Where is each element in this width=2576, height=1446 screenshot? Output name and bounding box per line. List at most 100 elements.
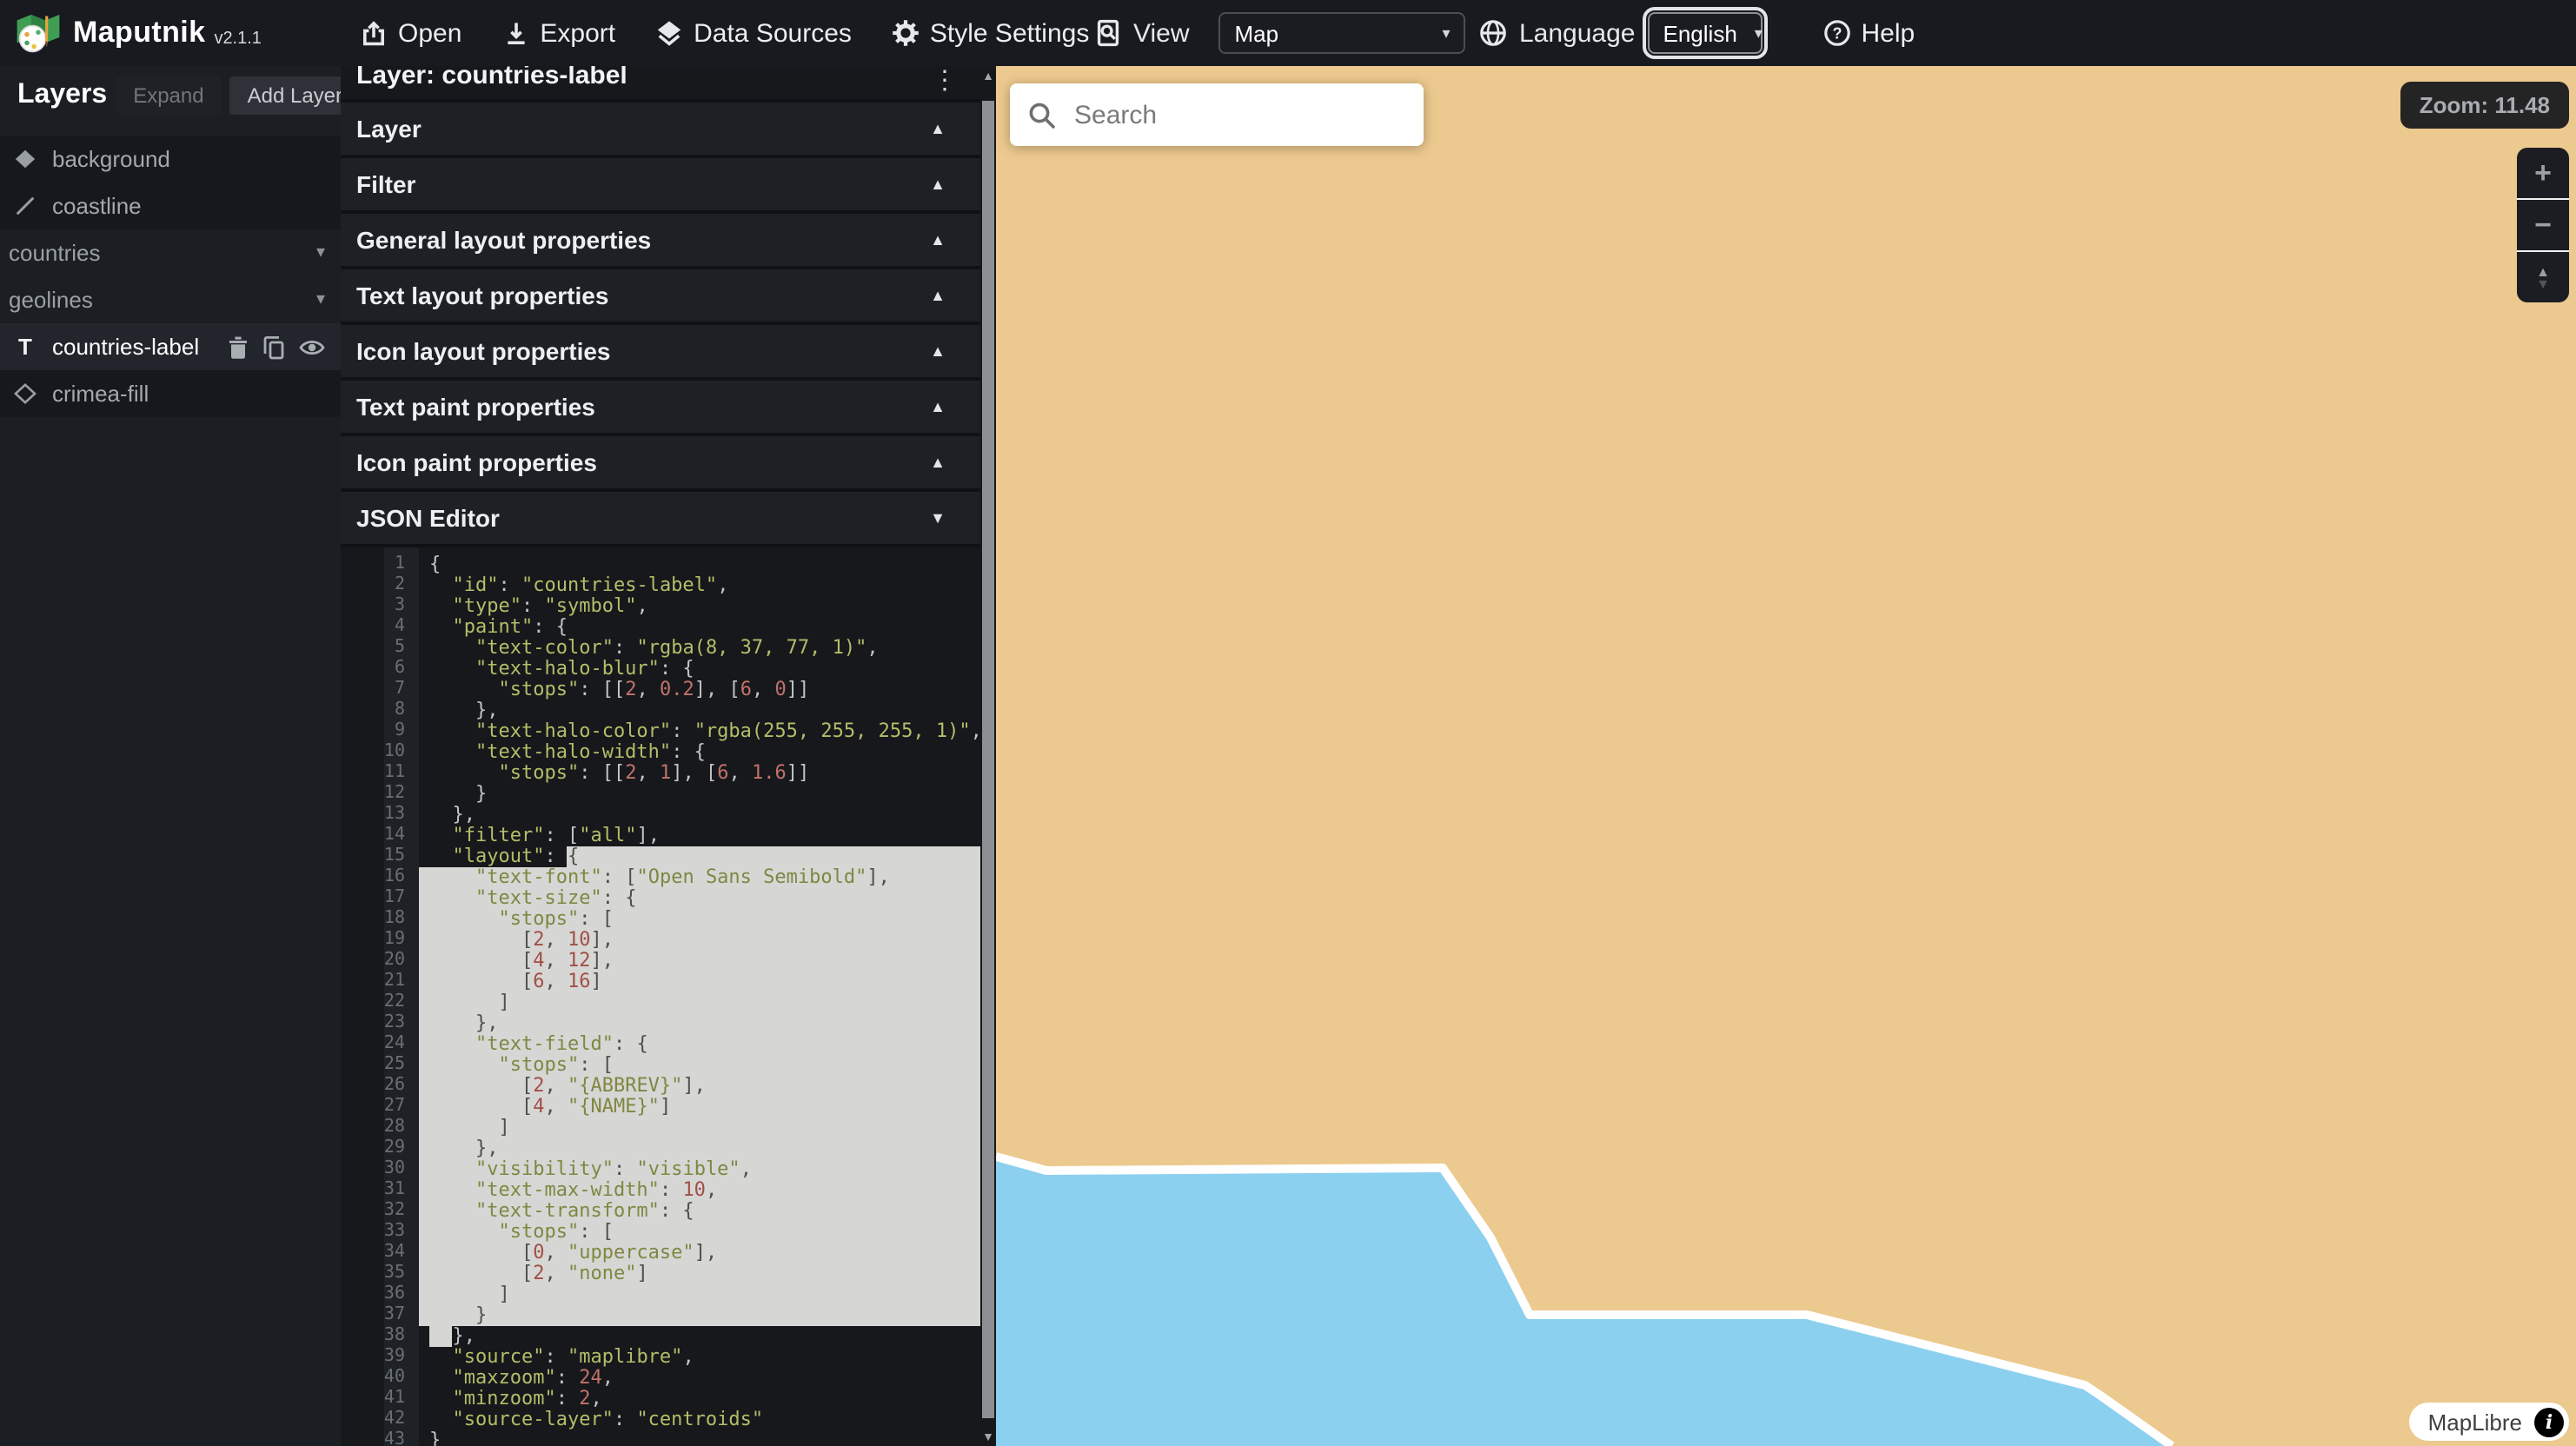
layer-item-countries-label[interactable]: T countries-label: [0, 323, 341, 370]
kebab-menu-icon[interactable]: ⋮: [932, 66, 958, 96]
property-sections: Layer ▲ Filter ▲ General layout properti…: [341, 99, 980, 547]
section-icon-paint[interactable]: Icon paint properties ▲: [341, 436, 980, 492]
code-line[interactable]: 30 "visibility": "visible",: [341, 1159, 980, 1180]
json-code[interactable]: 1{2 "id": "countries-label",3 "type": "s…: [341, 554, 980, 1446]
data-sources-button[interactable]: Data Sources: [655, 18, 852, 48]
maputnik-app: Maputnik v2.1.1 Open Export: [0, 0, 2576, 1446]
code-line[interactable]: 4 "paint": {: [341, 617, 980, 638]
view-label: View: [1133, 18, 1190, 48]
section-text-layout[interactable]: Text layout properties ▲: [341, 269, 980, 325]
code-line[interactable]: 25 "stops": [: [341, 1055, 980, 1076]
search-input[interactable]: [1071, 98, 1424, 131]
map-view[interactable]: Zoom: 11.48 + − ▲ ▼ MapLibre i: [996, 66, 2576, 1446]
code-line[interactable]: 5 "text-color": "rgba(8, 37, 77, 1)",: [341, 638, 980, 659]
layer-list: background coastline countries ▾ geoline…: [0, 136, 341, 417]
code-line[interactable]: 31 "text-max-width": 10,: [341, 1180, 980, 1201]
code-line[interactable]: 40 "maxzoom": 24,: [341, 1368, 980, 1389]
scroll-up-icon[interactable]: ▲: [980, 71, 996, 83]
code-line[interactable]: 6 "text-halo-blur": {: [341, 659, 980, 680]
code-line[interactable]: 3 "type": "symbol",: [341, 596, 980, 617]
layer-actions: [228, 335, 325, 359]
section-icon-layout[interactable]: Icon layout properties ▲: [341, 325, 980, 381]
collapse-arrow-icon: ▲: [930, 231, 946, 249]
section-layer[interactable]: Layer ▲: [341, 103, 980, 158]
layer-item-crimea-fill[interactable]: crimea-fill: [0, 370, 341, 417]
code-line[interactable]: 35 [2, "none"]: [341, 1264, 980, 1284]
code-line[interactable]: 36 ]: [341, 1284, 980, 1305]
code-line[interactable]: 21 [6, 16]: [341, 972, 980, 992]
code-line[interactable]: 43}: [341, 1430, 980, 1446]
code-line[interactable]: 15 "layout": {: [341, 846, 980, 867]
compass-button[interactable]: ▲ ▼: [2517, 250, 2569, 302]
code-line[interactable]: 34 [0, "uppercase"],: [341, 1243, 980, 1264]
zoom-in-button[interactable]: +: [2517, 148, 2569, 198]
code-line[interactable]: 20 [4, 12],: [341, 951, 980, 972]
help-button[interactable]: ? Help: [1823, 18, 1915, 48]
style-settings-button[interactable]: Style Settings: [892, 18, 1089, 48]
code-line[interactable]: 41 "minzoom": 2,: [341, 1389, 980, 1410]
view-group: View Map ▾: [1095, 0, 1466, 66]
chevron-down-icon: ▾: [1442, 23, 1450, 43]
code-line[interactable]: 12 }: [341, 784, 980, 805]
layer-item-background[interactable]: background: [0, 136, 341, 182]
layer-item-coastline[interactable]: coastline: [0, 182, 341, 229]
code-line[interactable]: 10 "text-halo-width": {: [341, 742, 980, 763]
code-line[interactable]: 8 },: [341, 700, 980, 721]
info-icon[interactable]: i: [2534, 1407, 2564, 1436]
code-line[interactable]: 42 "source-layer": "centroids": [341, 1410, 980, 1430]
open-button[interactable]: Open: [360, 18, 461, 48]
code-line[interactable]: 37 }: [341, 1305, 980, 1326]
scrollbar-thumb[interactable]: [982, 101, 994, 1418]
code-line[interactable]: 38 },: [341, 1326, 980, 1347]
export-label: Export: [540, 18, 615, 48]
export-button[interactable]: Export: [501, 18, 615, 48]
section-json-editor[interactable]: JSON Editor ▼: [341, 492, 980, 547]
layer-group-geolines[interactable]: geolines ▾: [0, 276, 341, 323]
view-select[interactable]: Map ▾: [1219, 12, 1466, 54]
gear-icon: [892, 19, 920, 47]
panel-scrollbar[interactable]: ▲ ▼: [980, 66, 996, 1446]
code-line[interactable]: 32 "text-transform": {: [341, 1201, 980, 1222]
delete-layer-button[interactable]: [228, 335, 249, 359]
add-layer-button[interactable]: Add Layer: [230, 76, 341, 115]
code-line[interactable]: 1{: [341, 554, 980, 575]
section-general-layout[interactable]: General layout properties ▲: [341, 214, 980, 269]
collapse-arrow-icon: ▼: [930, 509, 946, 527]
language-group: Language English ▾ ? Help: [1479, 0, 1915, 66]
layer-item-label: countries-label: [52, 334, 199, 360]
code-line[interactable]: 24 "text-field": {: [341, 1034, 980, 1055]
code-line[interactable]: 17 "text-size": {: [341, 888, 980, 909]
code-line[interactable]: 27 [4, "{NAME}"]: [341, 1097, 980, 1118]
expand-button[interactable]: Expand: [116, 76, 221, 115]
map-controls: + − ▲ ▼: [2517, 148, 2569, 302]
toggle-visibility-button[interactable]: [299, 336, 325, 357]
section-filter[interactable]: Filter ▲: [341, 158, 980, 214]
code-line[interactable]: 26 [2, "{ABBREV}"],: [341, 1076, 980, 1097]
code-line[interactable]: 33 "stops": [: [341, 1222, 980, 1243]
code-line[interactable]: 2 "id": "countries-label",: [341, 575, 980, 596]
compass-up-icon: ▲: [2536, 265, 2550, 277]
code-line[interactable]: 11 "stops": [[2, 1], [6, 1.6]]: [341, 763, 980, 784]
help-icon: ?: [1823, 19, 1851, 47]
code-line[interactable]: 23 },: [341, 1013, 980, 1034]
chevron-down-icon: ▾: [316, 243, 325, 262]
scroll-down-icon[interactable]: ▼: [980, 1432, 996, 1444]
main-frame: Layers Expand Add Layer background coast…: [0, 66, 2576, 1446]
zoom-out-button[interactable]: −: [2517, 198, 2569, 250]
code-line[interactable]: 16 "text-font": ["Open Sans Semibold"],: [341, 867, 980, 888]
duplicate-layer-button[interactable]: [262, 335, 285, 359]
code-line[interactable]: 13 },: [341, 805, 980, 826]
code-line[interactable]: 9 "text-halo-color": "rgba(255, 255, 255…: [341, 721, 980, 742]
code-line[interactable]: 39 "source": "maplibre",: [341, 1347, 980, 1368]
section-text-paint[interactable]: Text paint properties ▲: [341, 381, 980, 436]
attribution-link[interactable]: MapLibre: [2428, 1409, 2522, 1435]
code-line[interactable]: 22 ]: [341, 992, 980, 1013]
code-line[interactable]: 14 "filter": ["all"],: [341, 826, 980, 846]
code-line[interactable]: 29 },: [341, 1138, 980, 1159]
layer-group-countries[interactable]: countries ▾: [0, 229, 341, 276]
code-line[interactable]: 19 [2, 10],: [341, 930, 980, 951]
code-line[interactable]: 28 ]: [341, 1118, 980, 1138]
language-select[interactable]: English ▾: [1648, 12, 1763, 54]
code-line[interactable]: 7 "stops": [[2, 0.2], [6, 0]]: [341, 680, 980, 700]
code-line[interactable]: 18 "stops": [: [341, 909, 980, 930]
